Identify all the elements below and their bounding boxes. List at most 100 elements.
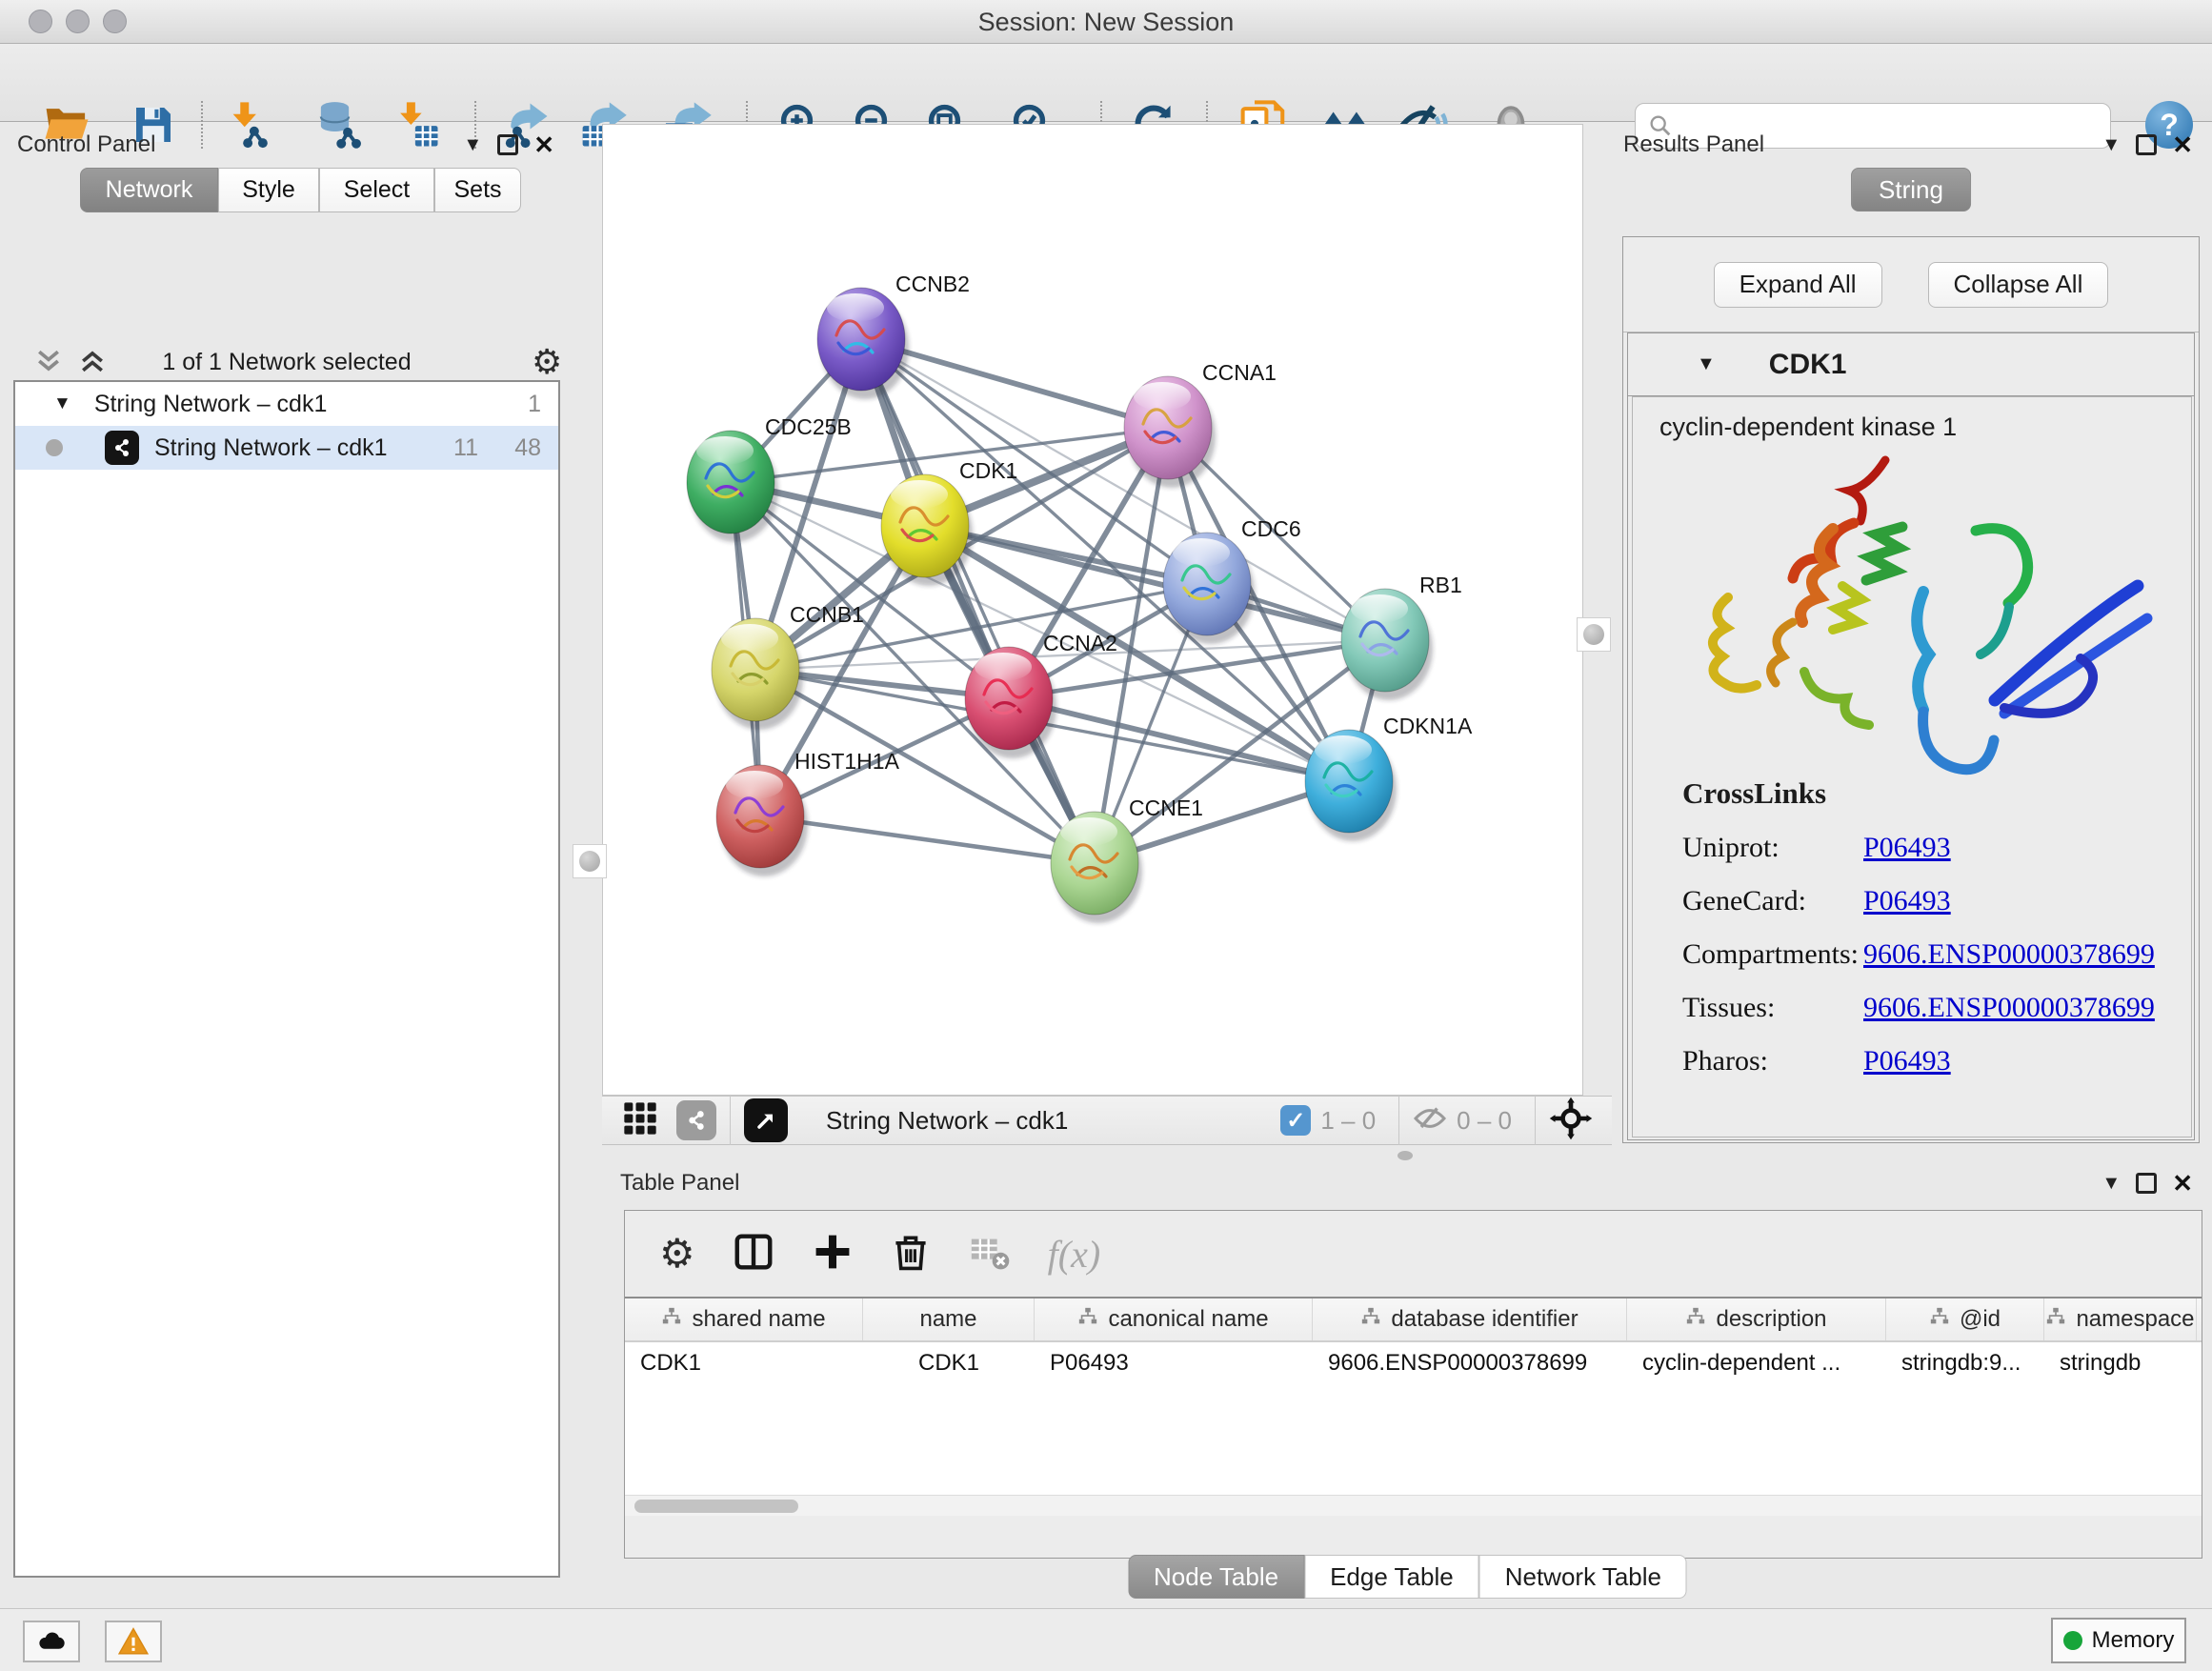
column-header-description[interactable]: description (1627, 1299, 1886, 1340)
panel-close-icon[interactable]: ✕ (533, 131, 554, 160)
collection-expand-icon[interactable]: ▼ (53, 393, 71, 414)
panel-float-icon[interactable] (2136, 1173, 2157, 1194)
crosslink-row: Uniprot:P06493 (1682, 832, 2155, 864)
network-row[interactable]: String Network – cdk1 11 48 (15, 426, 558, 470)
tab-network-table[interactable]: Network Table (1479, 1555, 1687, 1599)
panel-menu-icon[interactable]: ▼ (463, 134, 482, 156)
section-expand-icon[interactable]: ▼ (1697, 353, 1716, 375)
table-options-gear-icon[interactable]: ⚙ (659, 1234, 695, 1274)
node-label-CCNE1: CCNE1 (1129, 795, 1203, 820)
panel-menu-icon[interactable]: ▼ (2101, 134, 2121, 156)
network-node-CDKN1A[interactable] (1305, 730, 1397, 841)
table-header-row: shared namenamecanonical namedatabase id… (625, 1299, 2202, 1342)
column-header-shared-name[interactable]: shared name (625, 1299, 863, 1340)
table-cell[interactable]: cyclin-dependent ... (1627, 1350, 1886, 1377)
window-title: Session: New Session (0, 8, 2212, 37)
table-cell[interactable]: stringdb (2044, 1350, 2197, 1377)
network-share-icon[interactable] (676, 1100, 716, 1140)
network-collection-row[interactable]: ▼ String Network – cdk1 1 (15, 382, 558, 426)
network-node-HIST1H1A[interactable] (716, 765, 808, 876)
warning-icon (117, 1625, 150, 1658)
crosslink-label: Pharos: (1682, 1045, 1863, 1077)
tab-style[interactable]: Style (218, 168, 319, 212)
panel-float-icon[interactable] (2136, 134, 2157, 155)
network-edge[interactable] (760, 816, 1095, 863)
tab-node-table[interactable]: Node Table (1128, 1555, 1304, 1599)
grid-view-icon[interactable] (621, 1099, 659, 1142)
column-header--id[interactable]: @id (1886, 1299, 2044, 1340)
network-node-CDK1[interactable] (881, 474, 973, 586)
tab-edge-table[interactable]: Edge Table (1304, 1555, 1479, 1599)
node-label-CCNA2: CCNA2 (1043, 631, 1117, 655)
network-tree: ▼ String Network – cdk1 1 String Network… (13, 380, 560, 1578)
table-row[interactable]: CDK1CDK1P064939606.ENSP00000378699cyclin… (625, 1342, 2202, 1384)
network-view-canvas[interactable]: CCNB2CCNA1CDC25BCDK1CDC6RB1CCNB1CCNA2CDK… (602, 124, 1583, 1096)
hidden-node-edge-count: 0 – 0 (1457, 1106, 1512, 1136)
tab-select[interactable]: Select (319, 168, 434, 212)
node-label-CDC25B: CDC25B (765, 414, 852, 439)
network-view-toolbar: String Network – cdk1 ✓ 1 – 0 0 – 0 (602, 1096, 1612, 1145)
title-bar: Session: New Session (0, 0, 2212, 44)
string-network-graph[interactable]: CCNB2CCNA1CDC25BCDK1CDC6RB1CCNB1CCNA2CDK… (603, 125, 1582, 1095)
memory-button[interactable]: Memory (2051, 1618, 2186, 1663)
column-header-name[interactable]: name (863, 1299, 1035, 1340)
selection-status: 1 of 1 Network selected (10, 349, 564, 376)
network-node-CCNE1[interactable] (1051, 812, 1142, 923)
crosslink-link[interactable]: P06493 (1863, 885, 1951, 917)
tab-network[interactable]: Network (80, 168, 218, 212)
table-cell[interactable]: CDK1 (863, 1350, 1035, 1377)
add-column-icon[interactable] (812, 1231, 854, 1278)
table-cell[interactable]: 9606.ENSP00000378699 (1313, 1350, 1627, 1377)
crosslink-link[interactable]: P06493 (1863, 832, 1951, 864)
table-tabs: Node TableEdge TableNetwork Table (1128, 1555, 1687, 1599)
show-columns-icon[interactable] (732, 1230, 775, 1278)
tab-string[interactable]: String (1851, 168, 1971, 211)
tab-sets[interactable]: Sets (434, 168, 521, 212)
table-toolbar: ⚙ f(x) (625, 1211, 2202, 1297)
panel-float-icon[interactable] (497, 134, 518, 155)
collection-label: String Network – cdk1 (94, 391, 328, 418)
collapse-all-button[interactable]: Collapse All (1928, 262, 2109, 308)
footer-separator (1398, 1096, 1399, 1145)
hidden-eye-icon[interactable] (1413, 1101, 1447, 1140)
node-table[interactable]: shared namenamecanonical namedatabase id… (625, 1297, 2202, 1516)
bottom-splitter-handle[interactable] (1398, 1151, 1413, 1160)
table-cell[interactable]: CDK1 (625, 1350, 863, 1377)
crosslink-row: Tissues:9606.ENSP00000378699 (1682, 992, 2155, 1024)
node-label-HIST1H1A: HIST1H1A (794, 749, 900, 774)
panel-close-icon[interactable]: ✕ (2172, 1169, 2193, 1198)
column-tree-icon (1360, 1306, 1381, 1334)
column-header-database-identifier[interactable]: database identifier (1313, 1299, 1627, 1340)
left-splitter-handle[interactable] (573, 844, 607, 878)
warning-button[interactable] (105, 1621, 162, 1662)
node-label-CDK1: CDK1 (959, 458, 1017, 483)
crosslink-row: GeneCard:P06493 (1682, 885, 2155, 917)
crosslink-link[interactable]: P06493 (1863, 1045, 1951, 1077)
panel-menu-icon[interactable]: ▼ (2101, 1173, 2121, 1195)
expand-all-button[interactable]: Expand All (1714, 262, 1882, 308)
crosslink-link[interactable]: 9606.ENSP00000378699 (1863, 992, 2155, 1024)
network-node-CCNA1[interactable] (1124, 376, 1216, 488)
column-header-canonical-name[interactable]: canonical name (1035, 1299, 1313, 1340)
delete-column-icon[interactable] (890, 1231, 932, 1278)
crosslink-label: Uniprot: (1682, 832, 1863, 864)
selected-filter-checkbox[interactable]: ✓ (1280, 1105, 1311, 1136)
birds-eye-view-icon[interactable] (744, 1098, 788, 1142)
cloud-button[interactable] (23, 1621, 80, 1662)
horizontal-scrollbar[interactable] (625, 1495, 2202, 1516)
network-options-gear-icon[interactable]: ⚙ (532, 345, 562, 379)
node-result-header[interactable]: ▼ CDK1 (1628, 333, 2194, 396)
network-node-RB1[interactable] (1341, 589, 1433, 700)
gene-description: cyclin-dependent kinase 1 (1659, 413, 2191, 442)
network-selection-bar: 1 of 1 Network selected ⚙ (10, 343, 564, 381)
right-splitter-handle[interactable] (1577, 617, 1611, 652)
network-node-CCNB1[interactable] (712, 618, 803, 730)
panel-close-icon[interactable]: ✕ (2172, 131, 2193, 160)
scrollbar-thumb[interactable] (634, 1500, 798, 1513)
table-cell[interactable]: stringdb:9... (1886, 1350, 2044, 1377)
network-node-CCNB2[interactable] (817, 288, 909, 399)
crosslink-link[interactable]: 9606.ENSP00000378699 (1863, 938, 2155, 971)
table-cell[interactable]: P06493 (1035, 1350, 1313, 1377)
fit-content-crosshair-icon[interactable] (1549, 1097, 1593, 1145)
column-header-namespace[interactable]: namespace (2044, 1299, 2197, 1340)
